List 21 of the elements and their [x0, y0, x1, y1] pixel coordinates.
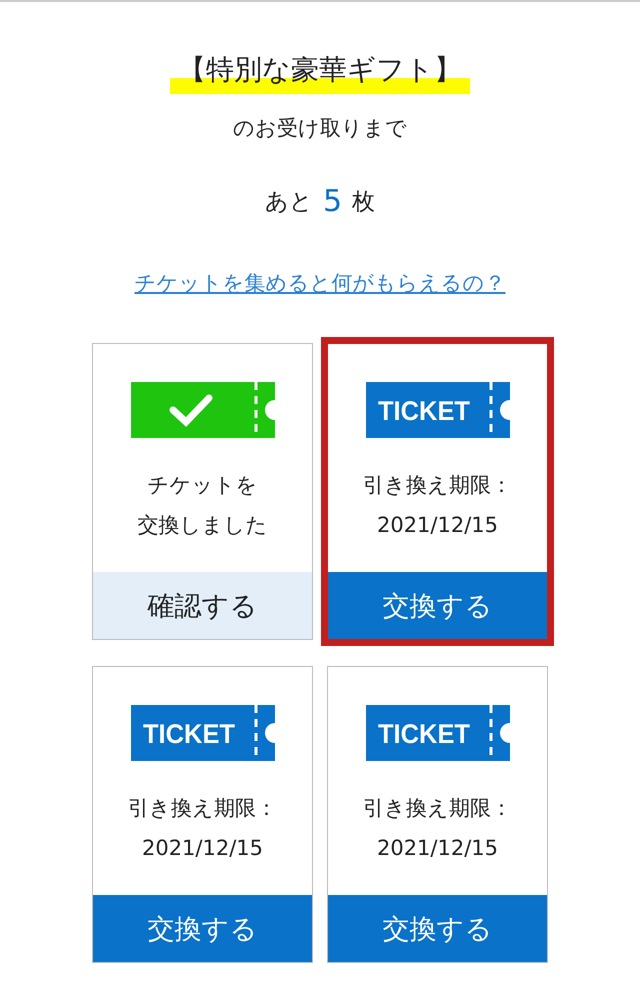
card-text: 交換しました: [138, 512, 268, 539]
card-button[interactable]: 交換する: [93, 895, 312, 962]
card-text: 2021/12/15: [142, 835, 264, 862]
card-text: 引き換え期限：: [128, 795, 277, 822]
remaining-unit: 枚: [352, 188, 376, 217]
subtitle: のお受け取りまで: [233, 115, 407, 142]
ticket-label: TICKET: [142, 719, 240, 749]
card-button[interactable]: 交換する: [328, 572, 547, 639]
ticket-icon: [130, 382, 274, 438]
help-link[interactable]: チケットを集めると何がもらえるの？: [134, 269, 506, 297]
remaining-prefix: あと: [264, 188, 313, 217]
ticket-label: TICKET: [378, 719, 475, 749]
card-text: 引き換え期限：: [363, 795, 512, 822]
ticket-label: TICKET: [378, 396, 475, 426]
remaining-count: 5: [322, 184, 342, 219]
card-text: 引き換え期限：: [363, 472, 512, 499]
card-button[interactable]: 確認する: [93, 572, 312, 639]
card-text: チケットを: [148, 472, 258, 499]
card-text: 2021/12/15: [376, 835, 498, 862]
card-button[interactable]: 交換する: [328, 895, 547, 962]
card-text: 2021/12/15: [376, 512, 498, 539]
